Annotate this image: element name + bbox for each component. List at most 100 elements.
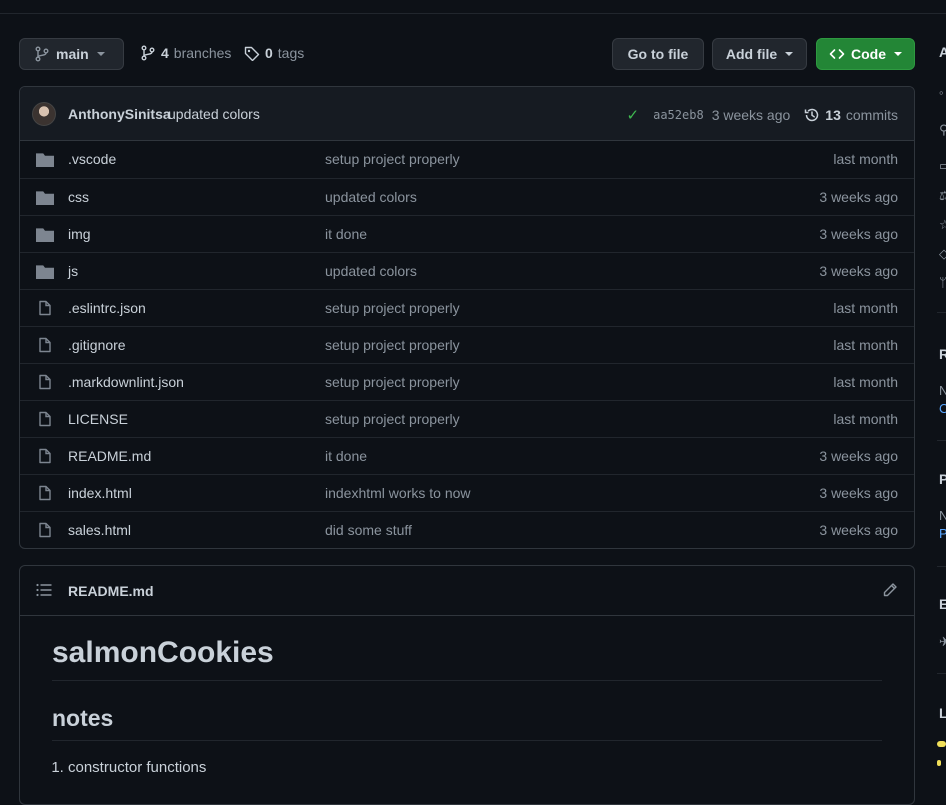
book-icon: ▭ (939, 158, 946, 173)
packages-heading[interactable]: P (939, 471, 946, 487)
law-icon: ⚖ (939, 188, 946, 203)
file-commit-message[interactable]: updated colors (325, 263, 417, 279)
pencil-icon[interactable] (882, 582, 898, 598)
file-commit-message[interactable]: it done (325, 226, 367, 242)
branch-select-button[interactable]: main (19, 38, 124, 70)
add-file-label: Add file (725, 46, 778, 62)
language-dot (937, 760, 941, 766)
list-unordered-icon[interactable] (36, 583, 52, 597)
tag-icon (244, 46, 260, 61)
file-name[interactable]: .markdownlint.json (68, 374, 184, 390)
file-name[interactable]: css (68, 189, 89, 205)
readme-content: salmonCookies notes constructor function… (20, 636, 914, 776)
file-row-eslintrc[interactable]: .eslintrc.json setup project properly la… (20, 289, 914, 326)
chevron-down-icon (96, 52, 105, 56)
latest-commit-bar: AnthonySinitsa updated colors ✓ aa52eb8 … (20, 87, 914, 141)
file-name[interactable]: sales.html (68, 522, 131, 538)
file-commit-message[interactable]: it done (325, 448, 367, 464)
commit-author[interactable]: AnthonySinitsa (68, 106, 171, 122)
file-commit-message[interactable]: setup project properly (325, 337, 460, 353)
releases-text: N (939, 383, 946, 398)
commit-message[interactable]: updated colors (168, 106, 260, 122)
releases-link[interactable]: C (939, 401, 946, 416)
chevron-down-icon (894, 52, 902, 56)
branches-link[interactable]: 4 branches (140, 45, 231, 61)
file-browser: AnthonySinitsa updated colors ✓ aa52eb8 … (19, 86, 915, 549)
go-to-file-button[interactable]: Go to file (612, 38, 704, 70)
file-icon (39, 448, 51, 464)
header-divider (0, 13, 946, 14)
file-row-img[interactable]: img it done 3 weeks ago (20, 215, 914, 252)
commit-sha[interactable]: aa52eb8 (653, 108, 704, 122)
file-row-index[interactable]: index.html indexhtml works to now 3 week… (20, 474, 914, 511)
readme-heading-1: salmonCookies (52, 636, 882, 681)
file-age: last month (833, 411, 898, 427)
file-name[interactable]: index.html (68, 485, 132, 501)
folder-icon (36, 228, 54, 242)
file-commit-message[interactable]: did some stuff (325, 522, 412, 538)
file-name[interactable]: LICENSE (68, 411, 128, 427)
file-age: 3 weeks ago (819, 485, 898, 501)
file-name[interactable]: js (68, 263, 78, 279)
repo-toolbar: main 4 branches 0 tags Go to file Add fi… (19, 38, 915, 70)
check-icon[interactable]: ✓ (627, 106, 640, 124)
history-icon (805, 108, 819, 122)
tags-link[interactable]: 0 tags (244, 45, 304, 61)
sidebar-divider (937, 566, 946, 567)
file-row-license[interactable]: LICENSE setup project properly last mont… (20, 400, 914, 437)
eye-icon[interactable]: ◇ (939, 246, 946, 262)
releases-heading[interactable]: R (939, 346, 946, 362)
file-name[interactable]: .vscode (68, 151, 116, 167)
commits-count: 13 (825, 107, 841, 123)
fork-icon[interactable]: ᛘ (939, 275, 946, 290)
file-commit-message[interactable]: setup project properly (325, 374, 460, 390)
git-branch-icon (35, 46, 49, 62)
file-row-gitignore[interactable]: .gitignore setup project properly last m… (20, 326, 914, 363)
file-commit-message[interactable]: indexhtml works to now (325, 485, 471, 501)
star-icon[interactable]: ☆ (939, 217, 946, 233)
file-row-readme[interactable]: README.md it done 3 weeks ago (20, 437, 914, 474)
file-icon (39, 522, 51, 538)
file-age: last month (833, 300, 898, 316)
sidebar-divider (937, 312, 946, 313)
commits-link[interactable]: 13 commits (804, 107, 898, 123)
languages-heading: L (939, 705, 946, 721)
file-name[interactable]: .eslintrc.json (68, 300, 146, 316)
about-heading: A (939, 44, 946, 60)
file-age: 3 weeks ago (819, 189, 898, 205)
file-icon (39, 485, 51, 501)
folder-icon (36, 265, 54, 279)
code-label: Code (851, 46, 886, 62)
list-item: constructor functions (68, 759, 882, 776)
file-row-markdownlint[interactable]: .markdownlint.json setup project properl… (20, 363, 914, 400)
file-row-sales[interactable]: sales.html did some stuff 3 weeks ago (20, 511, 914, 548)
readme-heading-2: notes (52, 705, 882, 741)
packages-link[interactable]: P (939, 526, 946, 541)
file-row-js[interactable]: js updated colors 3 weeks ago (20, 252, 914, 289)
link-icon[interactable]: ⚲ (939, 122, 946, 138)
file-commit-message[interactable]: setup project properly (325, 411, 460, 427)
avatar[interactable] (32, 102, 56, 126)
file-icon (39, 337, 51, 353)
file-name[interactable]: README.md (68, 448, 151, 464)
sidebar-divider (937, 673, 946, 674)
file-name[interactable]: img (68, 226, 91, 242)
file-age: last month (833, 337, 898, 353)
file-name[interactable]: .gitignore (68, 337, 126, 353)
code-button[interactable]: Code (816, 38, 915, 70)
environments-heading[interactable]: E (939, 596, 946, 612)
file-commit-message[interactable]: setup project properly (325, 151, 460, 167)
sidebar-divider (937, 440, 946, 441)
file-commit-message[interactable]: updated colors (325, 189, 417, 205)
file-row-css[interactable]: css updated colors 3 weeks ago (20, 178, 914, 215)
packages-text: N (939, 508, 946, 523)
readme-filename[interactable]: README.md (68, 583, 154, 599)
file-commit-message[interactable]: setup project properly (325, 300, 460, 316)
commit-age[interactable]: 3 weeks ago (712, 107, 791, 123)
file-row-vscode[interactable]: .vscode setup project properly last mont… (20, 141, 914, 178)
branches-count: 4 (161, 45, 169, 61)
file-age: 3 weeks ago (819, 522, 898, 538)
tags-count: 0 (265, 45, 273, 61)
add-file-button[interactable]: Add file (712, 38, 807, 70)
file-icon (39, 374, 51, 390)
